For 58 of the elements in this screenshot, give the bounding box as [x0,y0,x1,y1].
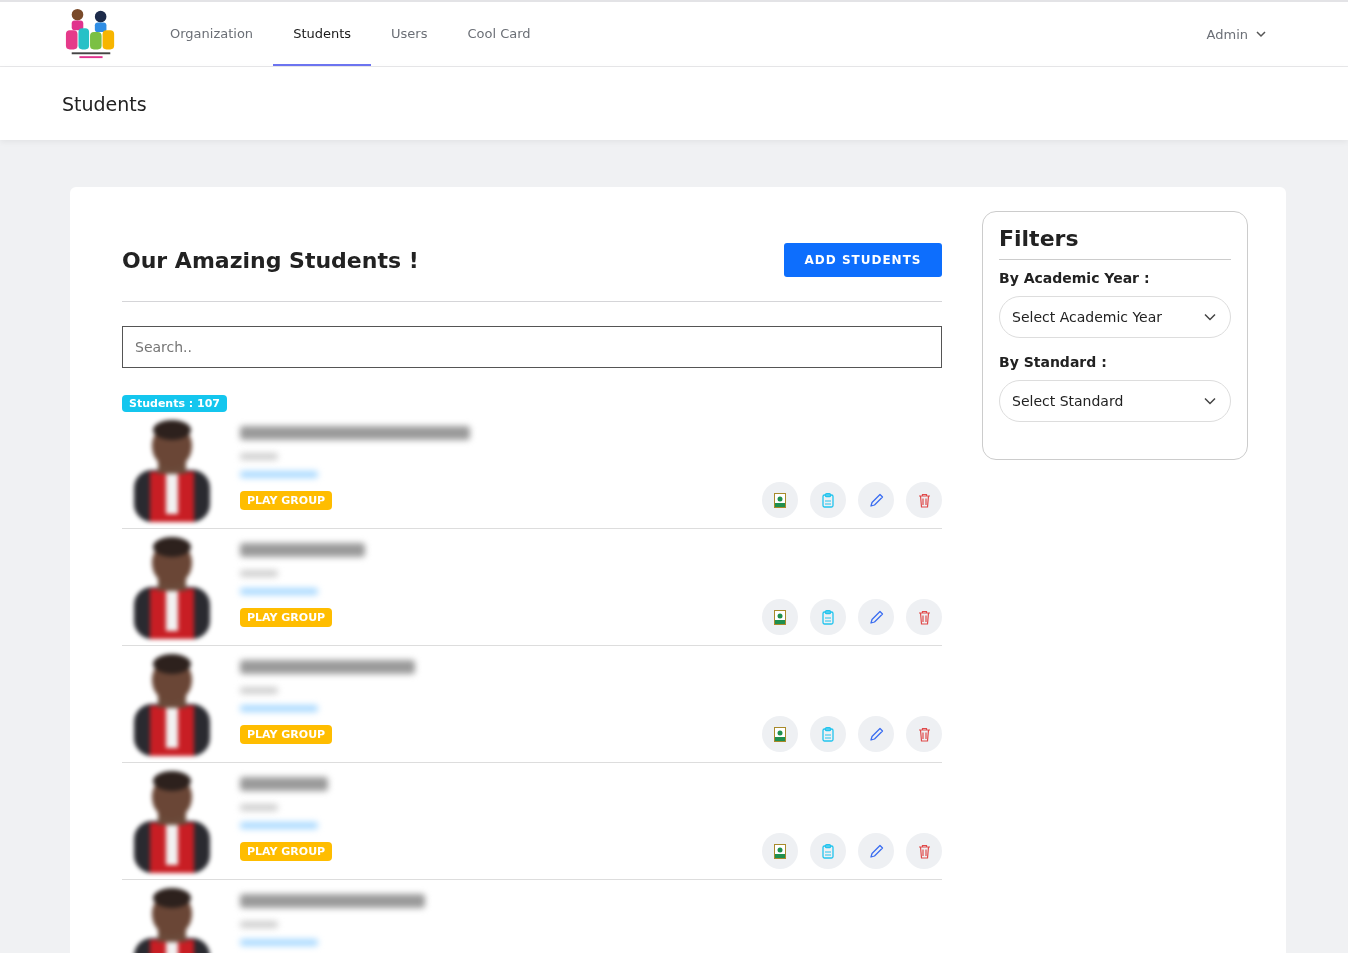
pencil-icon [868,492,884,508]
nav-tab[interactable]: Cool Card [447,2,551,66]
standard-badge: PLAY GROUP [240,608,333,627]
pencil-icon [868,843,884,859]
standard-badge: PLAY GROUP [240,725,333,744]
clipboard-button[interactable] [810,716,846,752]
filter-label: By Academic Year : [999,270,1151,286]
id-card-button[interactable] [762,716,798,752]
nav-tab[interactable]: Organization [150,2,274,66]
chevron-down-icon [1256,30,1266,38]
clipboard-button[interactable] [810,599,846,635]
count-badge: Students : 107 [122,395,227,412]
id-card-icon [774,492,786,508]
trash-icon [917,609,931,625]
standard-badge: PLAY GROUP [240,491,333,510]
id-card-icon [774,843,786,859]
edit-button[interactable] [858,599,894,635]
id-card-icon [774,609,786,625]
delete-button[interactable] [906,716,942,752]
blurred-text [240,804,278,811]
id-card-button[interactable] [762,482,798,518]
blurred-text [240,453,278,460]
clipboard-icon [822,843,834,859]
filter-dropdown[interactable]: Select Standard [999,380,1231,422]
trash-icon [917,492,931,508]
id-card-icon [774,726,786,742]
nav-tab[interactable]: Users [371,2,448,66]
id-card-button[interactable] [762,599,798,635]
chevron-down-icon [1204,397,1216,405]
standard-badge: PLAY GROUP [240,842,333,861]
blurred-text [240,687,278,694]
pencil-icon [868,726,884,742]
edit-button[interactable] [858,833,894,869]
delete-button[interactable] [906,599,942,635]
clipboard-icon [822,609,834,625]
delete-button[interactable] [906,833,942,869]
filters-title: Filters [999,226,1080,251]
delete-button[interactable] [906,482,942,518]
edit-button[interactable] [858,482,894,518]
filter-dropdown[interactable]: Select Academic Year [999,296,1231,338]
edit-button[interactable] [858,716,894,752]
user-menu[interactable]: Admin [1206,26,1286,42]
blurred-text [240,570,278,577]
clipboard-button[interactable] [810,482,846,518]
add-students-button[interactable]: ADD STUDENTS [784,243,942,277]
chevron-down-icon [1204,313,1216,321]
search-field[interactable]: Search.. [122,326,942,368]
clipboard-icon [822,492,834,508]
trash-icon [917,726,931,742]
blurred-text [240,921,278,928]
clipboard-button[interactable] [810,833,846,869]
id-card-button[interactable] [762,833,798,869]
section-heading: Our Amazing Students ! [122,247,419,273]
clipboard-icon [822,726,834,742]
trash-icon [917,843,931,859]
page-title: Students [62,92,147,115]
pencil-icon [868,609,884,625]
filter-label: By Standard : [999,354,1108,370]
